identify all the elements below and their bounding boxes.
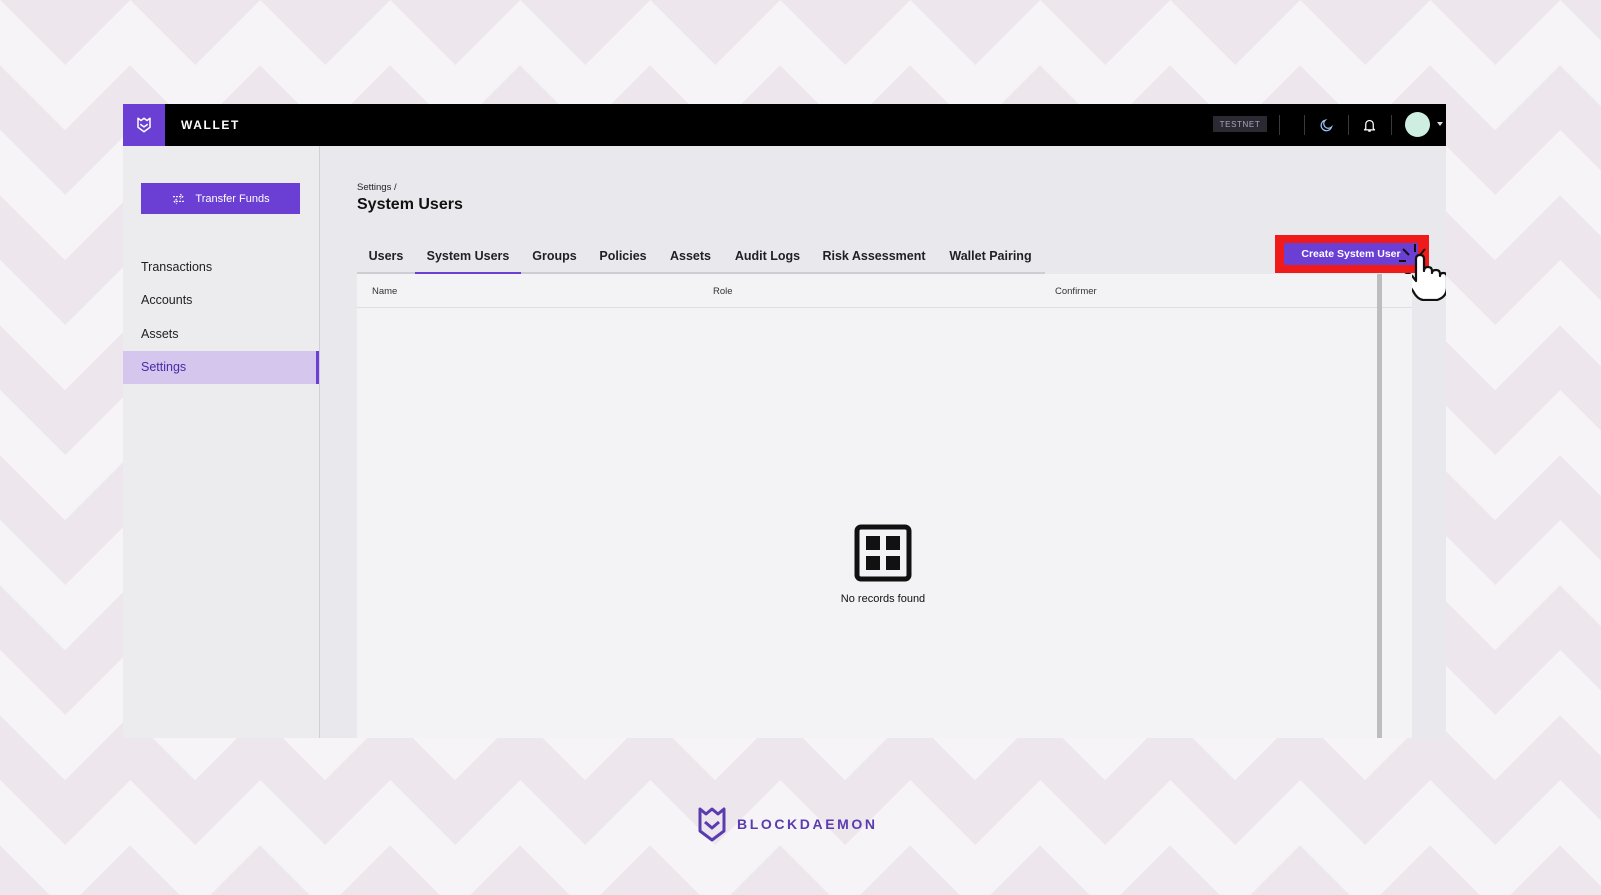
column-header-role[interactable]: Role xyxy=(713,286,733,297)
notifications-button[interactable] xyxy=(1359,115,1379,135)
top-bar: WALLET TESTNET xyxy=(123,104,1446,146)
tab-wallet-pairing[interactable]: Wallet Pairing xyxy=(936,240,1045,272)
tab-policies[interactable]: Policies xyxy=(588,240,658,272)
chevron-down-icon[interactable] xyxy=(1437,122,1443,126)
theme-toggle-button[interactable] xyxy=(1316,115,1336,135)
column-header-name[interactable]: Name xyxy=(372,286,397,297)
table-header: Name Role Confirmer xyxy=(357,274,1412,308)
tab-users[interactable]: Users xyxy=(357,240,415,272)
empty-grid-icon xyxy=(854,524,912,582)
app-name: WALLET xyxy=(181,118,240,132)
tab-groups[interactable]: Groups xyxy=(521,240,588,272)
network-badge: TESTNET xyxy=(1213,116,1267,132)
brand-name: BLOCKDAEMON xyxy=(737,816,878,832)
footer-brand: BLOCKDAEMON xyxy=(697,805,878,843)
system-users-table: Name Role Confirmer No records found xyxy=(357,274,1412,738)
breadcrumb[interactable]: Settings / xyxy=(357,182,397,193)
tab-audit-logs[interactable]: Audit Logs xyxy=(723,240,812,272)
topbar-divider xyxy=(1304,115,1305,135)
sidebar-item-transactions[interactable]: Transactions xyxy=(123,251,319,284)
transfer-funds-label: Transfer Funds xyxy=(195,192,270,205)
table-scrollbar[interactable] xyxy=(1377,274,1382,738)
blockdaemon-logo-icon xyxy=(137,117,151,133)
topbar-divider xyxy=(1391,115,1392,135)
tab-risk-assessment[interactable]: Risk Assessment xyxy=(812,240,936,272)
sidebar: Transfer Funds Transactions Accounts Ass… xyxy=(123,146,320,738)
app-window: WALLET TESTNET Transfer Funds Transactio… xyxy=(123,104,1446,738)
sidebar-item-assets[interactable]: Assets xyxy=(123,318,319,351)
topbar-divider xyxy=(1348,115,1349,135)
page-title: System Users xyxy=(357,196,463,213)
topbar-divider xyxy=(1279,115,1280,135)
home-logo-button[interactable] xyxy=(123,104,165,146)
transfer-funds-button[interactable]: Transfer Funds xyxy=(141,183,300,214)
tab-assets[interactable]: Assets xyxy=(658,240,723,272)
empty-state-text: No records found xyxy=(840,593,926,605)
user-avatar[interactable] xyxy=(1405,112,1430,137)
blockdaemon-logo-icon xyxy=(698,807,726,842)
column-header-confirmer[interactable]: Confirmer xyxy=(1055,286,1097,297)
moon-icon xyxy=(1320,118,1333,131)
bell-icon xyxy=(1363,119,1375,132)
tab-system-users[interactable]: System Users xyxy=(415,240,521,274)
settings-tabs: Users System Users Groups Policies Asset… xyxy=(357,240,1045,274)
sidebar-item-accounts[interactable]: Accounts xyxy=(123,284,319,317)
main-content: Settings / System Users Users System Use… xyxy=(320,146,1446,738)
transfer-arrows-icon xyxy=(173,193,185,204)
sidebar-item-settings[interactable]: Settings xyxy=(123,351,319,384)
